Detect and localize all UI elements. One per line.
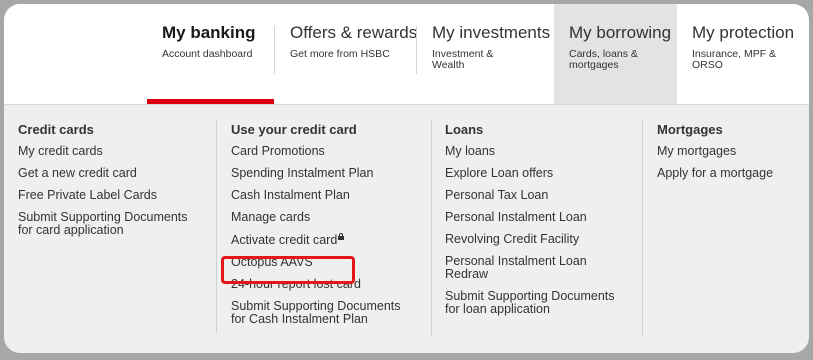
link-apply-mortgage[interactable]: Apply for a mortgage	[657, 167, 802, 180]
tab-subtitle: Insurance, MPF & ORSO	[692, 48, 777, 71]
link-submit-docs-card[interactable]: Submit Supporting Documents for card app…	[18, 211, 208, 237]
column-divider	[216, 120, 217, 333]
nav-bottom-border	[4, 104, 809, 105]
activate-credit-card-label: Activate credit card	[231, 233, 338, 247]
use-credit-card-column: Use your credit card Card Promotions Spe…	[231, 122, 426, 335]
loans-column: Loans My loans Explore Loan offers Perso…	[445, 122, 640, 325]
tab-offers-rewards[interactable]: Offers & rewards Get more from HSBC	[275, 4, 418, 104]
mortgages-column: Mortgages My mortgages Apply for a mortg…	[657, 122, 802, 189]
link-my-credit-cards[interactable]: My credit cards	[18, 145, 208, 158]
credit-cards-column: Credit cards My credit cards Get a new c…	[18, 122, 208, 246]
link-personal-instalment-loan[interactable]: Personal Instalment Loan	[445, 211, 640, 224]
loans-heading: Loans	[445, 122, 484, 137]
tab-subtitle: Get more from HSBC	[290, 48, 390, 60]
link-personal-instalment-loan-redraw[interactable]: Personal Instalment Loan Redraw	[445, 255, 640, 281]
tab-title: My protection	[692, 23, 795, 42]
tab-title: My investments	[432, 23, 551, 42]
highlight-box	[221, 256, 355, 284]
use-credit-card-heading: Use your credit card	[231, 122, 357, 137]
tab-subtitle: Investment & Wealth	[432, 48, 494, 71]
lock-icon	[338, 233, 345, 240]
link-manage-cards[interactable]: Manage cards	[231, 211, 426, 224]
link-cash-instalment-plan[interactable]: Cash Instalment Plan	[231, 189, 426, 202]
link-free-private-label-cards[interactable]: Free Private Label Cards	[18, 189, 208, 202]
column-divider	[642, 120, 643, 336]
tab-my-investments[interactable]: My investments Investment & Wealth	[417, 4, 554, 104]
link-submit-docs-cash-plan[interactable]: Submit Supporting Documents for Cash Ins…	[231, 300, 426, 326]
link-activate-credit-card[interactable]: Activate credit card	[231, 233, 426, 247]
tab-subtitle: Account dashboard	[162, 48, 253, 60]
tab-subtitle: Cards, loans & mortgages	[569, 48, 638, 71]
link-card-promotions[interactable]: Card Promotions	[231, 145, 426, 158]
tab-title: Offers & rewards	[290, 23, 418, 42]
tab-my-banking[interactable]: My banking Account dashboard	[147, 4, 274, 104]
top-navigation: My banking Account dashboard Offers & re…	[4, 4, 809, 104]
link-spending-instalment-plan[interactable]: Spending Instalment Plan	[231, 167, 426, 180]
link-get-new-credit-card[interactable]: Get a new credit card	[18, 167, 208, 180]
tab-my-protection[interactable]: My protection Insurance, MPF & ORSO	[677, 4, 809, 104]
link-personal-tax-loan[interactable]: Personal Tax Loan	[445, 189, 640, 202]
tab-title: My borrowing	[569, 23, 672, 42]
link-revolving-credit-facility[interactable]: Revolving Credit Facility	[445, 233, 640, 246]
link-my-mortgages[interactable]: My mortgages	[657, 145, 802, 158]
link-submit-docs-loan[interactable]: Submit Supporting Documents for loan app…	[445, 290, 640, 316]
link-explore-loan-offers[interactable]: Explore Loan offers	[445, 167, 640, 180]
credit-cards-heading: Credit cards	[18, 122, 94, 137]
tab-title: My banking	[162, 23, 256, 42]
link-my-loans[interactable]: My loans	[445, 145, 640, 158]
column-divider	[431, 120, 432, 336]
tab-my-borrowing[interactable]: My borrowing Cards, loans & mortgages	[554, 4, 677, 104]
mega-menu-panel: My banking Account dashboard Offers & re…	[4, 4, 809, 353]
mortgages-heading: Mortgages	[657, 122, 723, 137]
